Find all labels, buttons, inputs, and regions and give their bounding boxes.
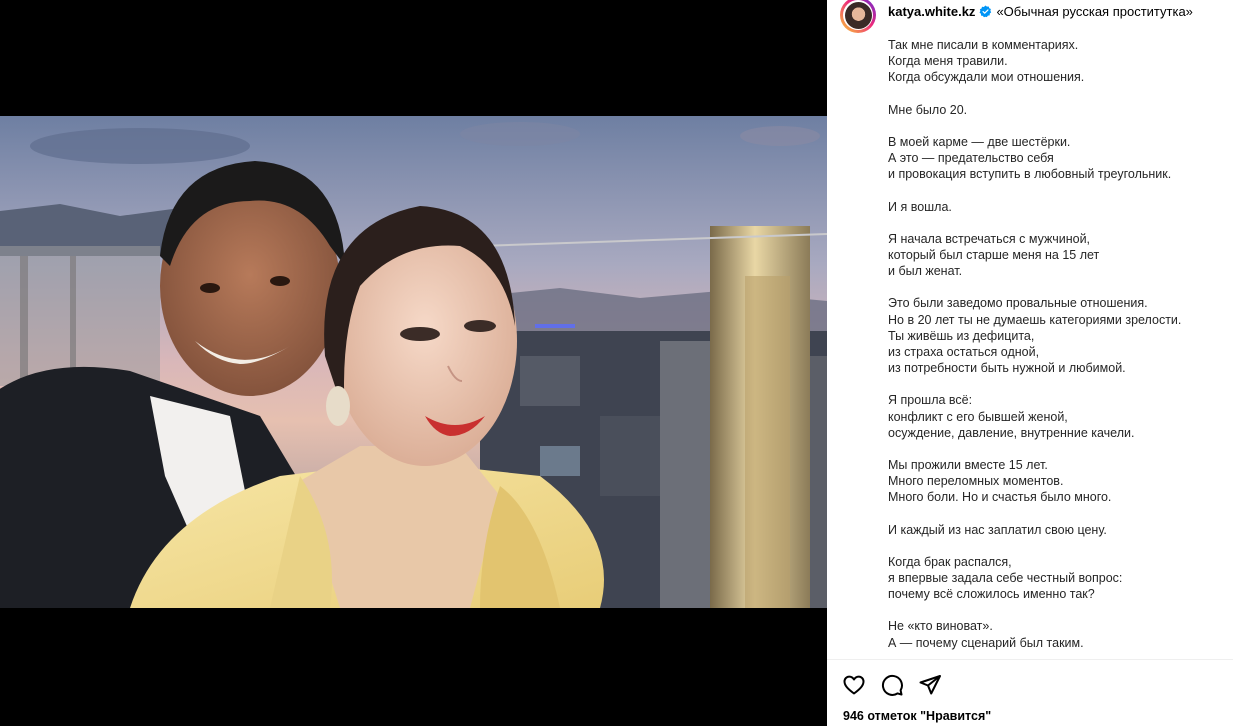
verified-badge-icon: [979, 5, 992, 18]
caption-line: И каждый из нас заплатил свою цену.: [888, 522, 1107, 537]
caption-line: Когда меня травили.: [888, 54, 1008, 69]
caption-line: Когда обсуждали мои отношения.: [888, 70, 1085, 85]
like-button[interactable]: [841, 672, 867, 698]
avatar[interactable]: [840, 0, 876, 33]
caption-paragraph: Когда брак распался, я впервые задала себ…: [888, 554, 1218, 602]
likes-count[interactable]: 946 отметок "Нравится": [843, 709, 991, 723]
caption-line: Много переломных моментов.: [888, 474, 1064, 489]
caption-line: Когда брак распался,: [888, 554, 1012, 569]
header-text: katya.white.kz «Обычная русская проститу…: [888, 4, 1193, 19]
caption-line: В моей карме — две шестёрки.: [888, 134, 1071, 149]
caption-paragraph: Это были заведомо провальные отношения. Н…: [888, 295, 1218, 376]
post-side-panel: katya.white.kz «Обычная русская проститу…: [827, 0, 1233, 726]
post-caption: Так мне писали в комментариях. Когда меня…: [888, 37, 1218, 655]
share-button[interactable]: [917, 672, 943, 698]
caption-line: Мы прожили вместе 15 лет.: [888, 457, 1048, 472]
post-photo[interactable]: [0, 116, 827, 608]
caption-line: я впервые задала себе честный вопрос:: [888, 571, 1123, 586]
caption-line: и был женат.: [888, 264, 963, 279]
caption-line: Ты живёшь из дефицита,: [888, 328, 1035, 343]
caption-line: который был старше меня на 15 лет: [888, 247, 1100, 262]
caption-line: Мне было 20.: [888, 102, 968, 117]
caption-line: Не «кто виноват».: [888, 619, 993, 634]
caption-line: конфликт с его бывшей женой,: [888, 409, 1068, 424]
caption-paragraph: Мы прожили вместе 15 лет. Много переломны…: [888, 457, 1218, 505]
caption-title: «Обычная русская проститутка»: [996, 4, 1193, 19]
caption-line: А — почему сценарий был таким.: [888, 635, 1084, 650]
caption-line: и провокация вступить в любовный треугол…: [888, 167, 1172, 182]
caption-line: Это были заведомо провальные отношения.: [888, 296, 1148, 311]
comment-button[interactable]: [879, 672, 905, 698]
caption-paragraph: Так мне писали в комментариях. Когда меня…: [888, 37, 1218, 85]
caption-paragraph: В моей карме — две шестёрки. А это — пред…: [888, 134, 1218, 182]
username-link[interactable]: katya.white.kz: [888, 4, 975, 19]
caption-line: Я прошла всё:: [888, 393, 973, 408]
heart-icon: [843, 675, 865, 695]
caption-line: Я начала встречаться с мужчиной,: [888, 231, 1091, 246]
caption-paragraph: Мне было 20.: [888, 102, 1218, 118]
caption-line: осуждение, давление, внутренние качели.: [888, 425, 1135, 440]
caption-line: Но в 20 лет ты не думаешь категориями зр…: [888, 312, 1182, 327]
caption-paragraph: Я прошла всё: конфликт с его бывшей женой…: [888, 392, 1218, 440]
caption-line: И я вошла.: [888, 199, 952, 214]
caption-paragraph: Не «кто виноват». А — почему сценарий был…: [888, 618, 1218, 650]
share-icon: [919, 675, 941, 695]
caption-line: почему всё сложилось именно так?: [888, 587, 1095, 602]
caption-line: Много боли. Но и счастья было много.: [888, 490, 1112, 505]
comment-icon: [881, 674, 903, 696]
post-header: katya.white.kz «Обычная русская проститу…: [827, 0, 1233, 38]
post-actions: [841, 672, 943, 698]
caption-line: из потребности быть нужной и любимой.: [888, 361, 1126, 376]
caption-paragraph: И каждый из нас заплатил свою цену.: [888, 522, 1218, 538]
post-media: [0, 0, 827, 726]
caption-line: из страха остаться одной,: [888, 344, 1040, 359]
caption-paragraph: И я вошла.: [888, 199, 1218, 215]
caption-line: Так мне писали в комментариях.: [888, 38, 1079, 52]
divider: [827, 659, 1233, 660]
caption-line: А это — предательство себя: [888, 151, 1054, 166]
caption-paragraph: Я начала встречаться с мужчиной, который …: [888, 231, 1218, 279]
